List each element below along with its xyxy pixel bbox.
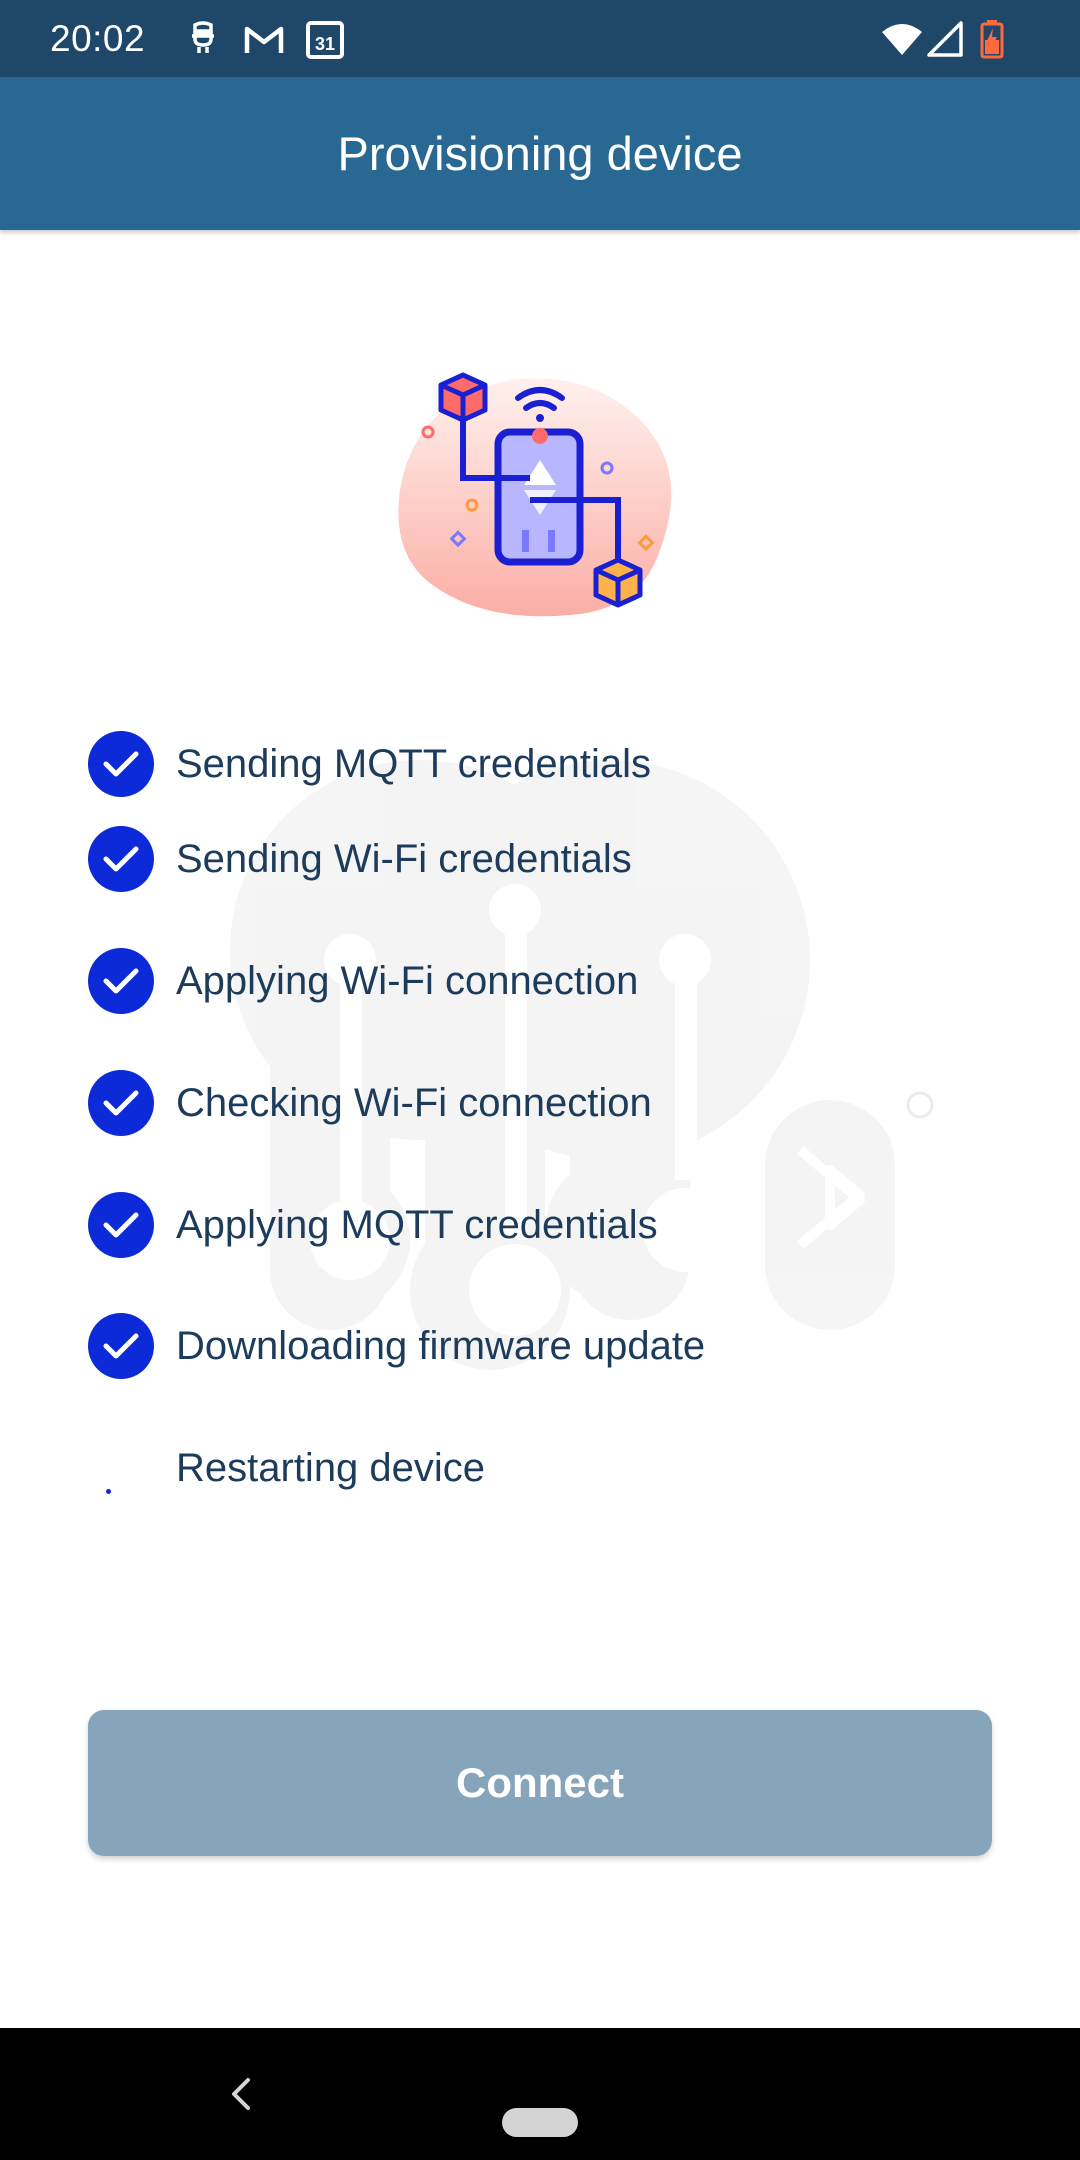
- step-applying-mqtt-credentials: Applying MQTT credentials: [88, 1190, 658, 1260]
- step-label: Restarting device: [176, 1445, 486, 1490]
- step-applying-wifi-connection: Applying Wi-Fi connection: [88, 946, 638, 1016]
- loading-spinner-icon: [88, 1435, 154, 1501]
- check-circle-icon: [88, 1070, 154, 1136]
- app-bar: Provisioning device: [0, 77, 1080, 230]
- signal-icon: [927, 0, 963, 77]
- provisioning-illustration: [398, 372, 672, 617]
- gmail-icon: [243, 0, 285, 77]
- status-time: 20:02: [50, 18, 146, 59]
- check-circle-icon: [88, 826, 154, 892]
- step-downloading-firmware-update: Downloading firmware update: [88, 1311, 705, 1381]
- status-bar: 20:02 31: [0, 0, 1080, 77]
- back-icon[interactable]: [222, 2074, 262, 2114]
- step-checking-wifi-connection: Checking Wi-Fi connection: [88, 1068, 652, 1138]
- check-circle-icon: [88, 731, 154, 797]
- page-title: Provisioning device: [337, 127, 743, 180]
- step-sending-wifi-credentials: Sending Wi-Fi credentials: [88, 824, 632, 894]
- check-circle-icon: [88, 948, 154, 1014]
- step-label: Sending MQTT credentials: [176, 741, 652, 786]
- step-restarting-device: Restarting device: [88, 1433, 485, 1503]
- step-label: Checking Wi-Fi connection: [176, 1080, 652, 1125]
- step-label: Sending Wi-Fi credentials: [176, 836, 632, 881]
- wifi-icon: [880, 0, 924, 77]
- check-circle-icon: [88, 1192, 154, 1258]
- step-sending-mqtt-credentials: Sending MQTT credentials: [88, 729, 651, 799]
- connect-button[interactable]: Connect: [88, 1710, 992, 1856]
- notification-icon: [186, 0, 220, 77]
- calendar-day-text: 31: [315, 34, 335, 54]
- calendar-icon: 31: [305, 0, 345, 77]
- step-label: Applying Wi-Fi connection: [176, 958, 639, 1003]
- home-pill-icon[interactable]: [502, 2108, 578, 2137]
- battery-charging-icon: [980, 0, 1004, 77]
- step-label: Downloading firmware update: [176, 1323, 706, 1368]
- step-label: Applying MQTT credentials: [176, 1202, 658, 1247]
- check-circle-icon: [88, 1313, 154, 1379]
- system-nav-bar: [0, 2028, 1080, 2160]
